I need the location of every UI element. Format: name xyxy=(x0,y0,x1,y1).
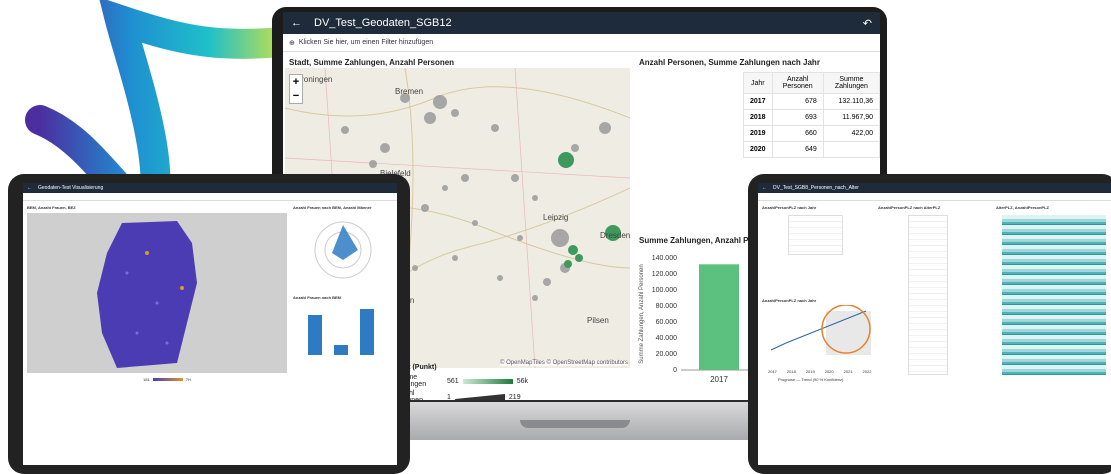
zoom-out-button[interactable]: − xyxy=(290,89,302,103)
window-title: DV_Test_SGB8_Personen_nach_Alter xyxy=(773,185,859,191)
tablet-right-filterbar[interactable] xyxy=(758,193,1111,201)
legend-row: Summe Zahlungen 561 56k xyxy=(393,374,528,388)
filter-bar[interactable]: ⊕ Klicken Sie hier, um einen Filter hinz… xyxy=(283,34,880,52)
polar-title: Anzahl Frauen nach BEM, Anzahl Männer xyxy=(293,205,372,210)
y-tick-label: 40.000 xyxy=(656,335,678,342)
app-titlebar: ← DV_Test_Geodaten_SGB12 ↶ xyxy=(283,12,880,34)
city-label: Leipzig xyxy=(543,213,568,222)
panel-title: AlterPLZ, AnzahlPersonPLZ xyxy=(996,205,1049,210)
mini-bar-chart[interactable] xyxy=(298,303,388,363)
city-label: Dresden xyxy=(600,231,630,240)
mini-table xyxy=(788,215,843,255)
y-axis-label: Summe Zahlungen, Anzahl Personen xyxy=(639,264,645,363)
panel-title: AnzahlPersonPLZ nach AlterPLZ xyxy=(878,205,941,210)
city-label: Pilsen xyxy=(587,316,609,325)
y-tick-label: 140.000 xyxy=(652,255,677,262)
table-row[interactable]: 2020 649 xyxy=(743,141,880,158)
table-row[interactable]: 2019 660 422,00 xyxy=(743,125,880,142)
heatmap[interactable] xyxy=(1002,215,1106,375)
polar-chart[interactable] xyxy=(308,215,378,285)
y-tick-label: 0 xyxy=(673,367,677,374)
line-legend: Prognose — Trend (90 % Konfidenz) xyxy=(778,377,844,382)
zoom-in-button[interactable]: + xyxy=(290,75,302,89)
panel-title: AnzahlPersonPLZ nach Jahr xyxy=(762,205,817,210)
col-header[interactable]: Summe Zahlungen xyxy=(822,72,880,94)
table-row[interactable]: 2017 678 132.110,36 xyxy=(743,93,880,110)
legend-title: Stadt (Punkt) xyxy=(393,364,437,371)
germany-map[interactable] xyxy=(27,213,287,373)
year-axis: 2017 2018 2019 2020 2021 2022 xyxy=(768,369,872,374)
bar[interactable] xyxy=(699,264,739,370)
filter-hint: Klicken Sie hier, um einen Filter hinzuf… xyxy=(298,39,434,46)
y-tick-label: 120.000 xyxy=(652,271,677,278)
back-arrow-icon[interactable]: ← xyxy=(762,185,767,191)
back-arrow-icon[interactable]: ← xyxy=(27,185,32,191)
zoom-control: + − xyxy=(289,74,303,104)
table-row[interactable]: 2018 693 11.967,90 xyxy=(743,109,880,126)
city-label: Bremen xyxy=(395,87,423,96)
map-title: BEM, Anzahl Frauen, BEZ xyxy=(27,205,76,210)
col-header[interactable]: Anzahl Personen xyxy=(771,72,824,94)
col-header[interactable]: Jahr xyxy=(743,72,773,94)
trend-line-chart[interactable] xyxy=(766,305,876,365)
map-panel-title: Stadt, Summe Zahlungen, Anzahl Personen xyxy=(289,58,455,67)
map-legend: 181 7H xyxy=(143,377,191,382)
add-filter-icon[interactable]: ⊕ xyxy=(289,39,295,47)
back-arrow-icon[interactable]: ← xyxy=(291,17,302,29)
bar-title: Anzahl Frauen nach BEM xyxy=(293,295,342,300)
y-tick-label: 20.000 xyxy=(656,351,678,358)
table-panel-title: Anzahl Personen, Summe Zahlungen nach Ja… xyxy=(639,58,820,67)
tablet-left-filterbar[interactable] xyxy=(23,193,397,201)
mini-table xyxy=(908,215,948,375)
undo-icon[interactable]: ↶ xyxy=(863,17,872,30)
y-tick-label: 100.000 xyxy=(652,287,677,294)
y-tick-label: 60.000 xyxy=(656,319,678,326)
tablet-left-screen: ← Geodaten-Test Visualisierung BEM, Anza… xyxy=(23,183,397,465)
window-title: DV_Test_Geodaten_SGB12 xyxy=(314,17,452,29)
tablet-right-screen: ← DV_Test_SGB8_Personen_nach_Alter Anzah… xyxy=(758,183,1111,465)
legend-gradient xyxy=(462,378,513,384)
laptop-trackpad-notch xyxy=(520,420,630,428)
line-title: AnzahlPersonPLZ nach Jahr xyxy=(762,298,817,303)
map-legend: Stadt (Punkt) Summe Zahlungen 561 56k An… xyxy=(393,364,528,402)
y-tick-label: 80.000 xyxy=(656,303,678,310)
year-table: Jahr Anzahl Personen Summe Zahlungen 201… xyxy=(743,72,880,158)
x-tick-label: 2017 xyxy=(710,375,728,384)
devices-mockup: ← DV_Test_Geodaten_SGB12 ↶ ⊕ Klicken Sie… xyxy=(0,0,1111,474)
tablet-left-titlebar: ← Geodaten-Test Visualisierung xyxy=(23,183,397,193)
window-title: Geodaten-Test Visualisierung xyxy=(38,185,104,191)
tablet-right-titlebar: ← DV_Test_SGB8_Personen_nach_Alter xyxy=(758,183,1111,193)
